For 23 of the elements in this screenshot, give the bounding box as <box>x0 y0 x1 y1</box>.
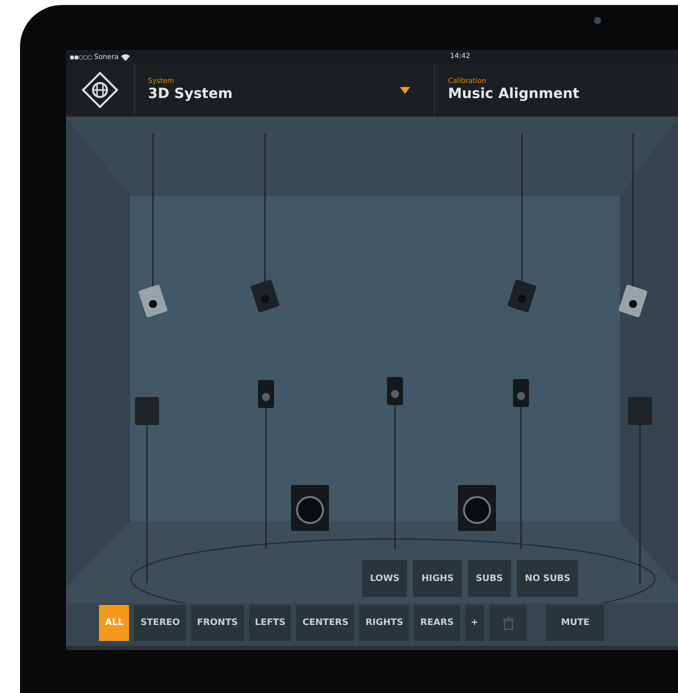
band-filter-button[interactable]: NO SUBS <box>516 560 578 597</box>
delete-button[interactable] <box>489 605 528 641</box>
group-filter-button[interactable]: RIGHTS <box>359 605 410 641</box>
logo-icon <box>81 71 119 109</box>
group-filter-button[interactable]: FRONTS <box>190 605 244 641</box>
dropdown-caret-icon <box>400 86 410 94</box>
band-filter-button[interactable]: LOWS <box>362 560 408 597</box>
wifi-icon <box>120 54 130 60</box>
group-filter-button[interactable]: LEFTS <box>248 605 292 641</box>
subwoofer-drawing <box>291 485 329 531</box>
subwoofer-drawing <box>458 485 496 531</box>
calibration-value: Music Alignment <box>448 85 580 103</box>
band-filter-button[interactable]: SUBS <box>468 560 511 597</box>
system-value: 3D System <box>148 85 233 103</box>
trash-icon <box>502 616 514 630</box>
group-filter-button[interactable]: CENTERS <box>296 605 354 641</box>
group-filter-button[interactable]: + <box>464 605 484 641</box>
group-filter-button[interactable]: STEREO <box>134 605 186 641</box>
camera-dot <box>594 17 601 24</box>
band-filter-button[interactable]: HIGHS <box>413 560 462 597</box>
group-filter-button[interactable]: REARS <box>414 605 460 641</box>
mute-button[interactable]: MUTE <box>546 605 604 641</box>
signal-icon <box>70 54 92 60</box>
